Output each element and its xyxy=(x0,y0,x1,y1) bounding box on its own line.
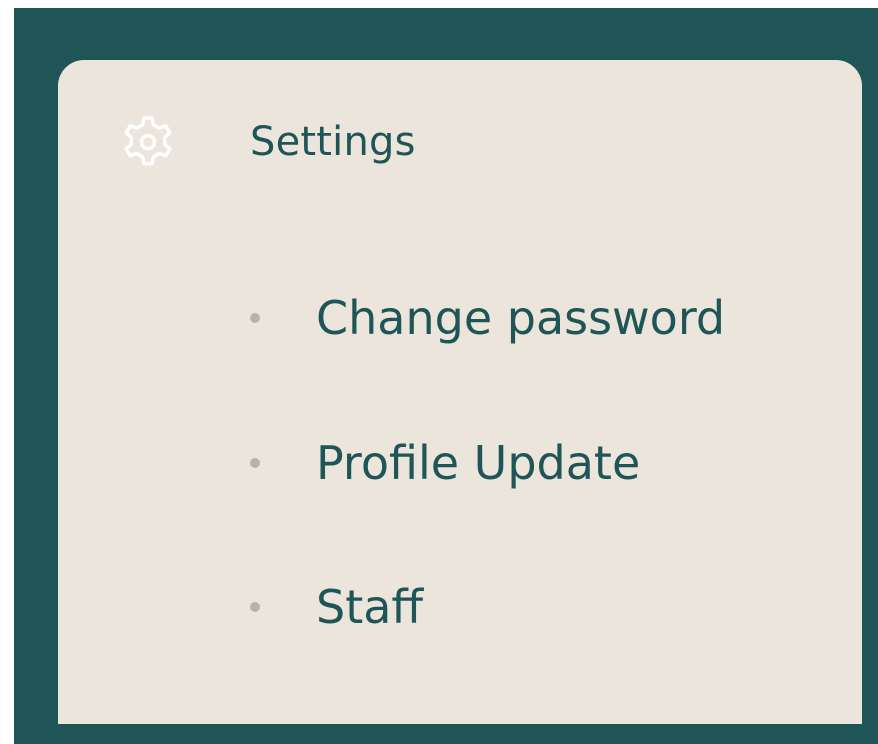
settings-menu-panel: Settings Change password Profile Update … xyxy=(58,60,862,724)
submenu-item-label: Profile Update xyxy=(316,436,641,490)
gear-icon xyxy=(124,116,172,166)
submenu-item-staff[interactable]: Staff xyxy=(238,571,838,643)
settings-menu-label: Settings xyxy=(250,119,416,165)
bullet-icon xyxy=(250,313,260,323)
bullet-icon xyxy=(250,458,260,468)
submenu-item-change-password[interactable]: Change password xyxy=(238,282,838,354)
submenu-item-label: Change password xyxy=(316,291,726,345)
sidebar-frame: Settings Change password Profile Update … xyxy=(14,8,878,744)
submenu-item-label: Staff xyxy=(316,580,424,634)
bullet-icon xyxy=(250,602,260,612)
settings-menu-header[interactable]: Settings xyxy=(58,60,862,220)
submenu-item-profile-update[interactable]: Profile Update xyxy=(238,427,838,499)
